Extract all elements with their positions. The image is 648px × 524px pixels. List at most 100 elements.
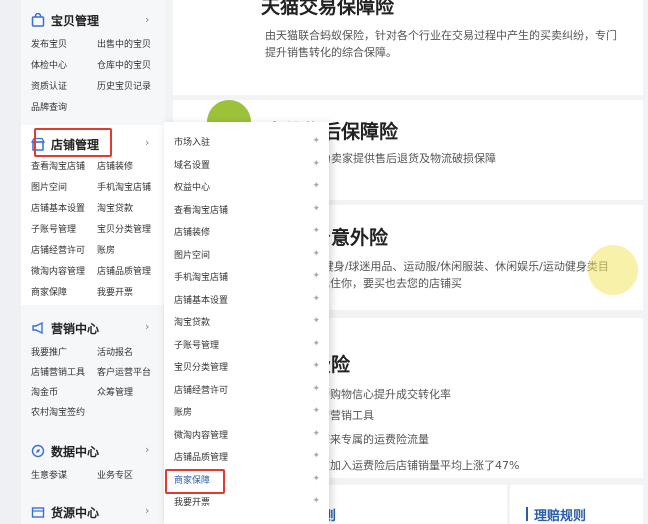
flyout-item[interactable]: 宝贝分类管理 ✦ [174, 357, 324, 375]
section-title: 货源中心 [51, 505, 100, 520]
link-crowdfunding[interactable]: 众筹管理 [97, 385, 133, 398]
flyout-item-label: 淘宝贷款 [174, 317, 211, 328]
section-header[interactable]: 货源中心 [31, 502, 99, 522]
chevron-right-icon: › [145, 504, 150, 517]
link-taobao-loan[interactable]: 淘宝贷款 [97, 201, 133, 214]
link-invoice[interactable]: 我要开票 [97, 285, 133, 298]
link-checkup-center[interactable]: 体检中心 [31, 58, 67, 71]
pin-icon[interactable]: ✦ [312, 159, 320, 169]
section-title: 天猫交易保障险 [261, 0, 395, 18]
pin-icon[interactable]: ✦ [312, 316, 320, 326]
link-business-zone[interactable]: 业务专区 [97, 468, 133, 481]
link-business-advisor[interactable]: 生意参谋 [31, 468, 67, 481]
tab-marker [526, 507, 528, 521]
pin-icon[interactable]: ✦ [312, 271, 320, 281]
sidebar: 宝贝管理 › 发布宝贝 出售中的宝贝 体检中心 仓库中的宝贝 资质认证 历史宝贝… [21, 0, 165, 524]
flyout-item[interactable]: 我要开票 ✦ [174, 492, 324, 510]
flyout-item[interactable]: 店铺品质管理 ✦ [174, 447, 324, 465]
section-desc: 提升销售转化的综合保障。 [265, 46, 397, 59]
pin-icon[interactable]: ✦ [312, 226, 320, 236]
card-tmall-insurance: 天猫交易保障险 由天猫联合蚂蚁保险，针对各个行业在交易过程中产生的买卖纠纷，专门… [173, 0, 643, 95]
section-header[interactable]: 宝贝管理 [31, 10, 99, 30]
flyout-item[interactable]: 市场入驻 ✦ [174, 132, 324, 150]
flyout-item[interactable]: 店铺基本设置 ✦ [174, 290, 324, 308]
flyout-item-label: 店铺品质管理 [174, 452, 229, 463]
chevron-right-icon: › [145, 13, 150, 26]
link-marketing-tools[interactable]: 店铺营销工具 [31, 365, 85, 378]
pin-icon[interactable]: ✦ [312, 136, 320, 146]
flyout-item-label: 店铺经营许可 [174, 385, 229, 396]
flyout-item-label: 店铺基本设置 [174, 295, 229, 306]
pin-icon[interactable]: ✦ [312, 496, 320, 506]
section-header[interactable]: 数据中心 [31, 441, 99, 461]
flyout-item[interactable]: 手机淘宝店铺 ✦ [174, 267, 324, 285]
highlight-shop-management [34, 128, 112, 157]
pin-icon[interactable]: ✦ [312, 204, 320, 214]
flyout-item-label: 域名设置 [174, 160, 211, 171]
link-merchant-guarantee[interactable]: 商家保障 [31, 285, 67, 298]
flyout-item[interactable]: 店铺经营许可 ✦ [174, 380, 324, 398]
link-weitao-content[interactable]: 微淘内容管理 [31, 264, 85, 277]
link-items-on-sale[interactable]: 出售中的宝贝 [97, 37, 151, 50]
link-image-space[interactable]: 图片空间 [31, 180, 67, 193]
highlight-merchant-guarantee [165, 469, 225, 494]
link-category-management[interactable]: 宝贝分类管理 [97, 222, 151, 235]
flyout-item[interactable]: 图片空间 ✦ [174, 245, 324, 263]
link-item-history[interactable]: 历史宝贝记录 [97, 79, 151, 92]
chevron-right-icon: › [145, 320, 150, 333]
link-shop-decoration[interactable]: 店铺装修 [97, 159, 133, 172]
flyout-item[interactable]: 微淘内容管理 ✦ [174, 425, 324, 443]
pin-icon[interactable]: ✦ [312, 429, 320, 439]
flyout-item[interactable]: 子账号管理 ✦ [174, 335, 324, 353]
section-title: 宝贝管理 [51, 13, 100, 28]
flyout-item[interactable]: 域名设置 ✦ [174, 155, 324, 173]
link-promotion[interactable]: 我要推广 [31, 345, 67, 358]
pin-icon[interactable]: ✦ [312, 249, 320, 259]
benefit-line: 卖家在加入运费险后店铺销量平均上涨了47% [297, 459, 520, 472]
link-items-in-warehouse[interactable]: 仓库中的宝贝 [97, 58, 151, 71]
flyout-item-label: 查看淘宝店铺 [174, 205, 229, 216]
pin-icon[interactable]: ✦ [312, 474, 320, 484]
pin-icon[interactable]: ✦ [312, 406, 320, 416]
link-sub-account[interactable]: 子账号管理 [31, 222, 76, 235]
flyout-item[interactable]: 查看淘宝店铺 ✦ [174, 200, 324, 218]
section-header[interactable]: 营销中心 [31, 318, 99, 338]
link-account-room[interactable]: 账房 [97, 243, 115, 256]
shop-flyout-menu: 市场入驻 ✦ 域名设置 ✦ 权益中心 ✦ 查看淘宝店铺 ✦ 店铺装修 ✦ 图片空间 ✦ 手机… [164, 122, 329, 524]
link-shop-settings[interactable]: 店铺基本设置 [31, 201, 85, 214]
flyout-item[interactable]: 淘宝贷款 ✦ [174, 312, 324, 330]
flyout-item-label: 手机淘宝店铺 [174, 272, 229, 283]
link-publish-item[interactable]: 发布宝贝 [31, 37, 67, 50]
section-desc: 瑜伽/健身/球迷用品、运动服/休闲服装、休闲娱乐/运动健身类目 [297, 260, 609, 273]
link-view-shop[interactable]: 查看淘宝店铺 [31, 159, 85, 172]
chevron-right-icon: › [145, 443, 150, 456]
link-mobile-shop[interactable]: 手机淘宝店铺 [97, 180, 151, 193]
link-rural-taobao[interactable]: 农村淘宝签约 [31, 405, 85, 418]
link-business-license[interactable]: 店铺经营许可 [31, 243, 85, 256]
tab-claim-rules[interactable]: 理赔规则 [534, 505, 586, 524]
chevron-right-icon: › [145, 136, 150, 149]
flyout-item-label: 权益中心 [174, 182, 211, 193]
section-title: 营销中心 [51, 321, 100, 336]
link-brand-query[interactable]: 品牌查询 [31, 100, 67, 113]
flyout-item-label: 微淘内容管理 [174, 430, 229, 441]
flyout-item[interactable]: 店铺装修 ✦ [174, 222, 324, 240]
flyout-item-label: 市场入驻 [174, 137, 211, 148]
link-activity-signup[interactable]: 活动报名 [97, 345, 133, 358]
pin-icon[interactable]: ✦ [312, 294, 320, 304]
link-qualification[interactable]: 资质认证 [31, 79, 67, 92]
flyout-item-label: 账房 [174, 407, 193, 418]
pin-icon[interactable]: ✦ [312, 451, 320, 461]
flyout-item[interactable]: 权益中心 ✦ [174, 177, 324, 195]
link-shop-quality[interactable]: 店铺品质管理 [97, 264, 151, 277]
pin-icon[interactable]: ✦ [312, 384, 320, 394]
flyout-item-label: 店铺装修 [174, 227, 211, 238]
megaphone-icon [31, 321, 45, 335]
link-taojinbi[interactable]: 淘金币 [31, 385, 58, 398]
section-desc: 由天猫联合蚂蚁保险，针对各个行业在交易过程中产生的买卖纠纷，专门 [265, 29, 617, 42]
pin-icon[interactable]: ✦ [312, 181, 320, 191]
pin-icon[interactable]: ✦ [312, 339, 320, 349]
flyout-item[interactable]: 账房 ✦ [174, 402, 324, 420]
link-customer-platform[interactable]: 客户运营平台 [97, 365, 151, 378]
pin-icon[interactable]: ✦ [312, 361, 320, 371]
